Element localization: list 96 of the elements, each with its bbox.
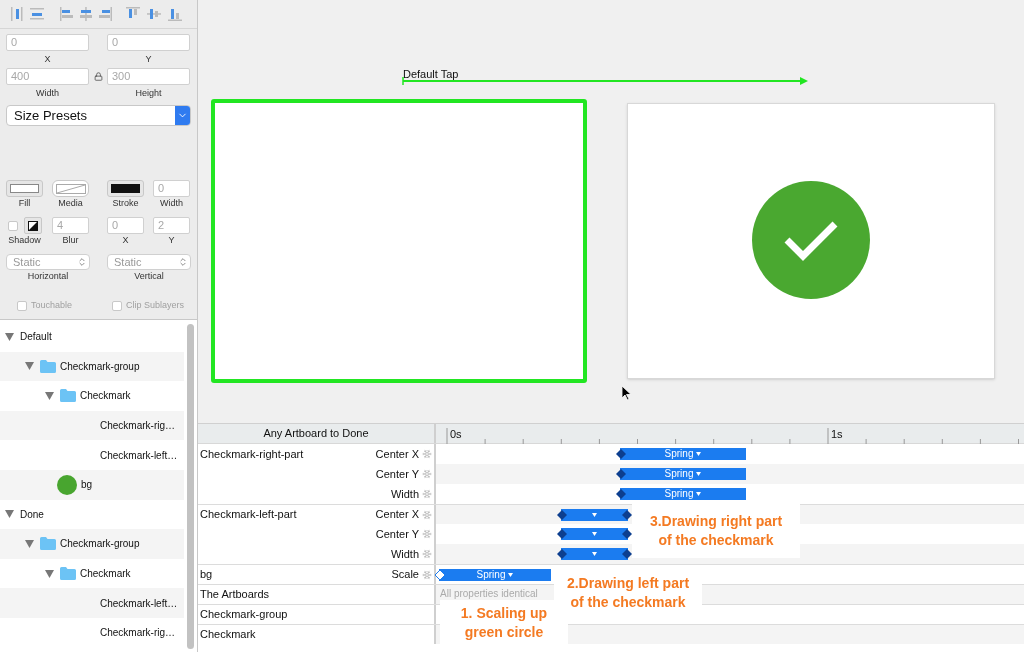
distribute-vertical-icon[interactable] (29, 6, 45, 22)
caret-icon[interactable] (592, 552, 597, 556)
shadow-color-swatch[interactable] (23, 217, 42, 234)
circle-thumbnail (57, 474, 77, 495)
option-label: Clip Sublayers (126, 299, 185, 312)
caret-icon[interactable] (696, 472, 702, 476)
snowflake-icon[interactable] (422, 469, 432, 479)
stroke-swatch[interactable] (107, 180, 144, 197)
input-field[interactable]: 2 (153, 217, 190, 234)
checkbox[interactable] (7, 220, 18, 231)
input-field[interactable]: 0 (6, 34, 89, 51)
track-layer-name: Checkmark-left-part (200, 507, 297, 523)
size-presets-dropdown[interactable]: Size Presets (6, 105, 191, 126)
snowflake-icon[interactable] (422, 489, 432, 499)
folder-icon (40, 359, 56, 373)
track-layer-name: bg (200, 567, 213, 583)
annotation-callout: 1. Scaling up green circle (440, 600, 568, 646)
pin-dropdown[interactable]: Static (6, 254, 90, 270)
track-layer-name: Checkmark-group (200, 607, 288, 623)
caret-icon[interactable] (592, 513, 597, 517)
triangle-down-icon[interactable] (45, 569, 54, 578)
field-label: Stroke (112, 197, 139, 209)
distribute-horizontal-icon[interactable] (9, 6, 25, 22)
field-label: Shadow (8, 234, 41, 246)
field-label: Blur (62, 234, 79, 246)
property-name: Center X (375, 446, 419, 462)
property-name: Center Y (375, 466, 419, 482)
triangle-down-icon[interactable] (25, 539, 34, 548)
folder-icon (60, 389, 76, 403)
time-tick-label: 1s (831, 427, 843, 441)
layer-row[interactable]: bg (0, 469, 184, 500)
caret-icon[interactable] (508, 573, 514, 577)
triangle-down-icon[interactable] (45, 392, 54, 400)
field-label: Fill (18, 197, 31, 209)
field-label: Y (168, 234, 175, 246)
caret-icon[interactable] (592, 532, 597, 536)
field-label: X (122, 234, 129, 246)
align-middle-icon[interactable] (146, 6, 162, 22)
field-label: Media (58, 197, 83, 209)
field-label: Horizontal (27, 270, 69, 282)
time-ruler[interactable]: 0s 1s (436, 424, 1024, 443)
time-tick-label: 0s (450, 427, 462, 441)
timeline-title: Any Artboard to Done (263, 426, 369, 442)
triangle-down-icon[interactable] (5, 332, 14, 341)
stepper-icon (178, 257, 188, 267)
triangle-down-icon[interactable] (25, 362, 34, 371)
lock-icon[interactable] (93, 72, 103, 81)
field-label: X (44, 53, 51, 65)
input-field[interactable]: 0 (107, 217, 144, 234)
track-layer-name: Checkmark-right-part (200, 446, 304, 462)
align-right-icon[interactable] (97, 6, 113, 22)
input-field[interactable]: 0 (107, 34, 190, 51)
snowflake-icon[interactable] (422, 529, 432, 539)
input-field[interactable]: 4 (52, 217, 89, 234)
artboard[interactable] (627, 103, 995, 379)
layer-row[interactable]: Checkmark-group (0, 351, 184, 382)
layer-row[interactable]: Checkmark-group (0, 529, 184, 559)
track-layer-name: Checkmark (200, 627, 256, 643)
mouse-cursor-icon (622, 386, 632, 401)
stepper-icon (77, 257, 87, 267)
layer-row[interactable]: Checkmark-left… (0, 588, 184, 618)
layer-row[interactable]: Checkmark-rig… (0, 410, 184, 441)
property-name: Width (390, 486, 419, 502)
caret-icon[interactable] (696, 492, 702, 496)
snowflake-icon[interactable] (422, 549, 432, 559)
field-label: Width (36, 87, 59, 99)
field-label: Width (160, 197, 183, 209)
input-field[interactable]: 300 (107, 68, 190, 85)
input-field[interactable]: 0 (153, 180, 190, 197)
property-name: Scale (391, 567, 419, 583)
transition-label: Default Tap (403, 67, 459, 82)
track-note: All properties identical (440, 588, 538, 600)
align-left-icon[interactable] (59, 6, 75, 22)
field-label: Height (135, 87, 162, 99)
pin-dropdown[interactable]: Static (107, 254, 191, 270)
align-center-icon[interactable] (78, 6, 94, 22)
snowflake-icon[interactable] (422, 449, 432, 459)
field-label: Vertical (134, 270, 164, 282)
folder-icon (40, 537, 56, 551)
caret-icon[interactable] (696, 452, 702, 456)
scrollbar[interactable] (187, 324, 194, 649)
snowflake-icon[interactable] (422, 569, 432, 580)
track-layer-name: The Artboards (200, 587, 270, 603)
media-swatch[interactable] (52, 180, 89, 197)
property-name: Center X (375, 507, 419, 523)
property-name: Width (390, 546, 419, 562)
folder-icon (60, 567, 76, 581)
triangle-down-icon[interactable] (5, 510, 14, 519)
input-field[interactable]: 400 (6, 68, 89, 85)
fill-swatch[interactable] (6, 180, 43, 197)
snowflake-icon[interactable] (422, 509, 432, 520)
field-label: Y (145, 53, 152, 65)
align-bottom-icon[interactable] (167, 6, 183, 22)
property-name: Center Y (375, 526, 419, 542)
option-label: Touchable (31, 299, 73, 312)
annotation-callout: 3.Drawing right part of the checkmark (632, 504, 800, 558)
